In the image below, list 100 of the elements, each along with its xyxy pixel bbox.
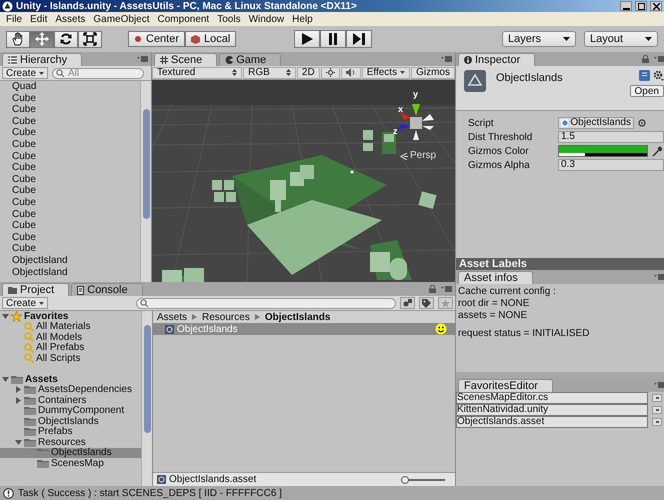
2d-toggle[interactable]: 2D xyxy=(296,66,320,78)
projection-label[interactable]: Persp xyxy=(410,150,436,161)
create-dropdown[interactable]: Create xyxy=(2,67,48,79)
tree-item[interactable]: ObjectIslands xyxy=(0,416,141,426)
tree-item[interactable]: All Prefabs xyxy=(0,342,141,353)
hierarchy-item[interactable]: Cube xyxy=(12,220,140,232)
hierarchy-item[interactable]: ObjectIsland xyxy=(12,266,140,278)
tree-item[interactable]: DummyComponent xyxy=(0,406,141,416)
lock-icon[interactable] xyxy=(642,55,649,63)
panel-menu-icon[interactable] xyxy=(441,286,452,292)
search-field[interactable] xyxy=(136,298,396,308)
hierarchy-item[interactable]: Cube xyxy=(12,162,140,174)
scrollbar-thumb[interactable] xyxy=(144,325,150,433)
shading-dropdown[interactable]: Textured xyxy=(152,66,242,78)
hierarchy-item[interactable]: Cube xyxy=(12,185,140,197)
hierarchy-item[interactable]: Cube xyxy=(12,104,140,116)
lock-icon[interactable] xyxy=(429,285,436,293)
hierarchy-item[interactable]: ObjectIsland xyxy=(12,254,140,266)
move-tool-button[interactable] xyxy=(30,30,54,48)
menu-item[interactable]: Window xyxy=(244,14,288,24)
tree-item[interactable]: All Materials xyxy=(0,322,141,332)
close-button[interactable] xyxy=(650,1,662,11)
tree-item[interactable]: Assets xyxy=(0,374,141,384)
panel-menu-icon[interactable] xyxy=(654,274,664,280)
menu-item[interactable]: File xyxy=(2,14,26,24)
hierarchy-item[interactable]: Cube xyxy=(12,232,140,244)
color-field[interactable] xyxy=(558,145,648,157)
project-tab[interactable]: Project xyxy=(2,283,70,296)
minimize-button[interactable] xyxy=(620,1,632,11)
panel-menu-icon[interactable] xyxy=(441,56,452,62)
scrollbar[interactable] xyxy=(140,81,151,282)
layout-dropdown[interactable]: Layout xyxy=(584,31,658,47)
tree-item[interactable]: All Models xyxy=(0,332,141,342)
hierarchy-tab[interactable]: Hierarchy xyxy=(2,53,82,66)
effects-dropdown[interactable]: Effects xyxy=(362,66,410,78)
hand-tool-button[interactable] xyxy=(6,30,30,48)
script-field[interactable]: ObjectIslands xyxy=(558,117,634,129)
step-button[interactable] xyxy=(346,30,372,48)
menu-item[interactable]: Edit xyxy=(26,14,52,24)
hierarchy-item[interactable]: Cube xyxy=(12,150,140,162)
favorite-entry-field[interactable]: ObjectIslands.asset xyxy=(456,416,648,428)
remove-button[interactable] xyxy=(652,418,662,426)
tree-item[interactable]: Resources xyxy=(0,437,141,448)
render-mode-dropdown[interactable]: RGB xyxy=(243,66,296,78)
favorites-editor-tab[interactable]: FavoritesEditor xyxy=(458,379,553,392)
menu-item[interactable]: Tools xyxy=(213,14,245,24)
hierarchy-item[interactable]: Cube xyxy=(12,196,140,209)
menu-item[interactable]: Assets xyxy=(51,14,90,24)
remove-button[interactable] xyxy=(652,406,662,414)
panel-menu-icon[interactable] xyxy=(137,56,148,62)
menu-item[interactable]: Help xyxy=(288,14,317,24)
object-picker-icon[interactable] xyxy=(638,119,646,127)
hierarchy-item[interactable]: Cube xyxy=(12,174,140,186)
tree-item[interactable]: Prefabs xyxy=(0,426,141,437)
tree-item[interactable]: Favorites xyxy=(0,311,141,322)
menu-item[interactable]: Component xyxy=(154,14,214,24)
tree-item[interactable]: ScenesMap xyxy=(0,458,141,468)
filter-label-button[interactable] xyxy=(419,297,434,309)
audio-toggle[interactable] xyxy=(340,66,361,78)
panel-menu-icon[interactable] xyxy=(654,56,664,62)
game-tab[interactable]: Game xyxy=(219,53,282,66)
create-dropdown[interactable]: Create xyxy=(2,297,48,309)
tree-item[interactable]: All Scripts xyxy=(0,353,141,364)
rotate-tool-button[interactable] xyxy=(54,30,78,48)
open-button[interactable]: Open xyxy=(630,85,664,97)
asset-infos-tab[interactable]: Asset infos xyxy=(458,271,533,284)
breadcrumb-link[interactable]: Assets xyxy=(157,312,188,322)
breadcrumb-link[interactable]: ObjectIslands xyxy=(264,312,330,322)
eyedropper-icon[interactable] xyxy=(652,146,662,156)
search-field[interactable]: All xyxy=(52,68,144,78)
breadcrumb-link[interactable]: Resources xyxy=(202,312,250,322)
filter-type-button[interactable] xyxy=(400,297,415,309)
scene-tab[interactable]: Scene xyxy=(154,53,218,66)
lighting-toggle[interactable] xyxy=(320,66,340,78)
maximize-button[interactable] xyxy=(635,1,647,11)
layers-dropdown[interactable]: Layers xyxy=(502,31,576,47)
scrollbar[interactable] xyxy=(141,311,152,486)
tree-item[interactable]: ObjectIslands xyxy=(0,448,141,458)
hierarchy-item[interactable]: Quad xyxy=(12,81,140,93)
inspector-tab[interactable]: Inspector xyxy=(458,53,536,66)
play-button[interactable] xyxy=(294,30,320,48)
slider-thumb[interactable] xyxy=(401,476,410,484)
scrollbar-thumb[interactable] xyxy=(142,109,150,219)
scale-tool-button[interactable] xyxy=(78,30,102,48)
text-field[interactable]: 0.3 xyxy=(558,159,664,171)
menu-item[interactable]: GameObject xyxy=(89,14,154,24)
asset-labels-header[interactable]: Asset Labels xyxy=(456,258,664,270)
hierarchy-item[interactable]: Cube xyxy=(12,138,140,151)
pivot-local-button[interactable]: Local xyxy=(185,31,236,47)
favorite-entry-field[interactable]: ScenesMapEditor.cs xyxy=(456,392,648,404)
favorite-entry-field[interactable]: KittenNatividad.unity xyxy=(456,404,648,416)
hierarchy-item[interactable]: Cube xyxy=(12,116,140,128)
text-field[interactable]: 1.5 xyxy=(558,131,664,143)
hierarchy-item[interactable]: Cube xyxy=(12,92,140,104)
settings-icon[interactable] xyxy=(653,70,664,81)
hierarchy-item[interactable]: Cube xyxy=(12,208,140,220)
hierarchy-item[interactable]: Cube xyxy=(12,243,140,255)
zoom-slider[interactable] xyxy=(401,476,445,484)
panel-menu-icon[interactable] xyxy=(654,382,664,388)
pivot-center-button[interactable]: Center xyxy=(128,31,186,47)
